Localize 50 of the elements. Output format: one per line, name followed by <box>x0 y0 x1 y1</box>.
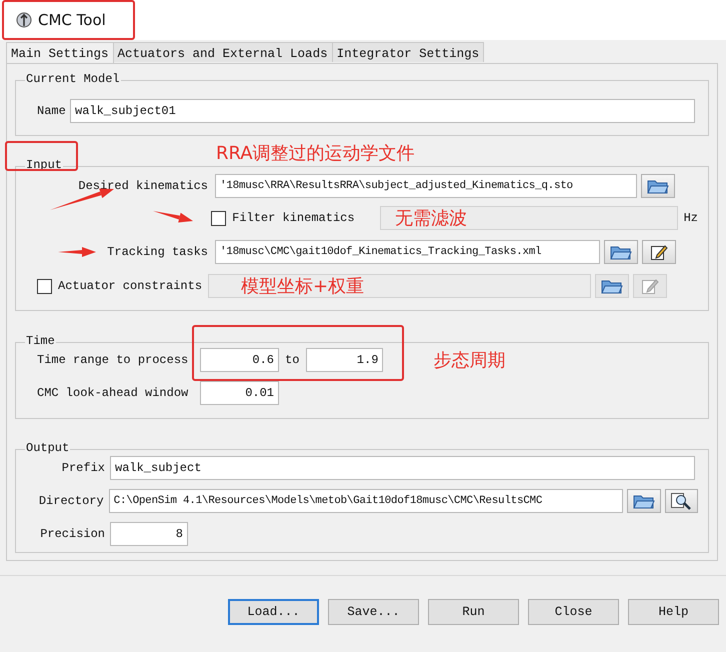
browse-button[interactable] <box>627 489 661 513</box>
start-time-field[interactable]: 0.6 <box>200 348 279 372</box>
annotation-text: 步态周期 <box>433 349 506 372</box>
app-icon <box>16 11 32 29</box>
folder-icon <box>601 278 623 294</box>
edit-icon <box>641 278 659 294</box>
browse-button[interactable] <box>604 240 638 264</box>
precision-field[interactable]: 8 <box>110 522 188 546</box>
dialog-button[interactable]: Run <box>428 599 519 625</box>
directory-field[interactable]: C:\OpenSim 4.1\Resources\Models\metob\Gait10dof18musc\CMC\ResultsCMC <box>108 489 624 513</box>
checkbox[interactable] <box>211 210 226 226</box>
folder-icon <box>610 244 632 260</box>
edit-button[interactable] <box>642 240 676 264</box>
annotation-text: 模型坐标+权重 <box>241 275 364 297</box>
prefix-field[interactable]: walk_subject <box>110 456 695 480</box>
field-label: Directory <box>38 494 104 508</box>
file-path-field[interactable]: '18musc\CMC\gait10dof_Kinematics_Tracking_Tasks.xml <box>215 240 600 264</box>
search-icon <box>670 492 692 510</box>
field-label: Name <box>36 104 67 118</box>
dialog-button[interactable]: Close <box>528 599 619 625</box>
browse-button[interactable] <box>641 174 675 198</box>
tab[interactable]: Integrator Settings <box>332 42 484 62</box>
checkbox-label: Filter kinematics <box>232 211 356 225</box>
look-ahead-field[interactable]: 0.01 <box>200 381 279 405</box>
folder-icon <box>632 493 655 509</box>
file-path-field[interactable]: '18musc\RRA\ResultsRRA\subject_adjusted_Kinematics_q.sto <box>215 174 637 198</box>
end-time-field[interactable]: 1.9 <box>306 348 384 372</box>
dialog-button[interactable]: Help <box>628 599 719 625</box>
name-field[interactable]: walk_subject01 <box>70 99 695 123</box>
annotation-text: RRA调整过的运动学文件 <box>216 142 415 165</box>
tab[interactable]: Actuators and External Loads <box>112 42 333 62</box>
field-label: Desired kinematics <box>78 179 208 193</box>
checkbox-label: Actuator constraints <box>58 279 204 293</box>
field-label: Tracking tasks <box>107 245 208 259</box>
field-label: CMC look-ahead window <box>36 386 190 400</box>
search-button[interactable] <box>664 489 698 513</box>
unit-label: Hz <box>684 211 698 225</box>
field-label: to <box>285 353 300 367</box>
field-label: Precision <box>39 527 105 541</box>
folder-icon <box>647 178 669 194</box>
field-label: Prefix <box>60 461 105 475</box>
section-legend: Output <box>25 441 70 455</box>
field-label: Time range to process <box>36 353 190 367</box>
dialog-button[interactable]: Save... <box>328 599 419 625</box>
window-title: CMC Tool <box>38 11 106 29</box>
frequency-field[interactable]: 无需滤波 <box>380 206 678 230</box>
edit-icon <box>650 244 668 260</box>
annotation-text: 无需滤波 <box>395 207 468 229</box>
tab[interactable]: Main Settings <box>6 42 114 63</box>
dialog-button[interactable]: Load... <box>228 599 319 625</box>
